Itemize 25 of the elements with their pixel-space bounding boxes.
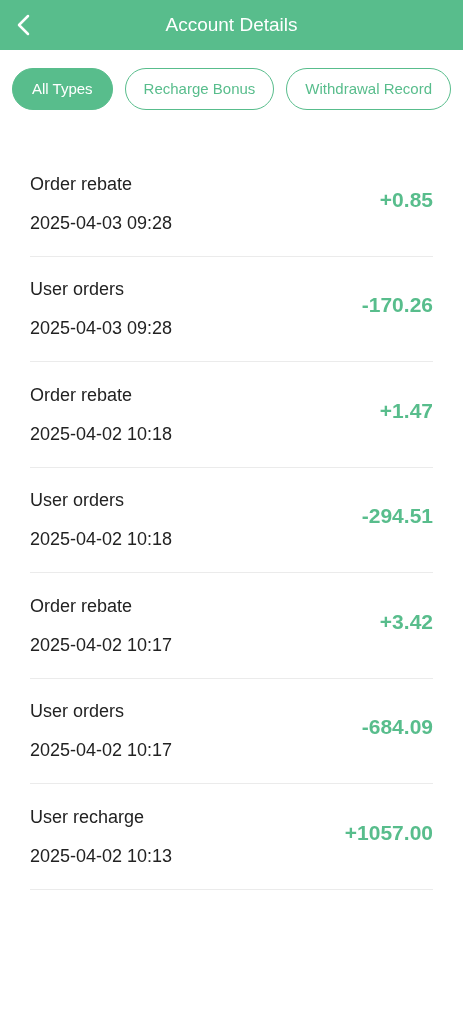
record-amount: -294.51	[361, 503, 433, 529]
record-time: 2025-04-02 10:13	[30, 844, 173, 867]
record-title: User recharge	[30, 805, 146, 828]
record-time: 2025-04-02 10:17	[30, 739, 173, 762]
record-title: Order rebate	[30, 172, 134, 195]
filter-tab[interactable]: Recharge Bonus	[124, 68, 275, 110]
record-amount: -170.26	[361, 292, 433, 318]
record-title: User orders	[30, 278, 126, 301]
filter-tab[interactable]: All Types	[12, 68, 113, 110]
record-amount: +1.47	[379, 397, 433, 424]
record-time: 2025-04-02 10:18	[30, 528, 173, 551]
record-title: Order rebate	[30, 594, 134, 617]
record-time: 2025-04-02 10:18	[30, 422, 173, 445]
record-amount: +3.42	[379, 608, 433, 635]
record-amount: +0.85	[379, 186, 433, 213]
record-time: 2025-04-03 09:28	[30, 317, 173, 340]
record-amount: +1057.00	[344, 819, 433, 846]
record-time: 2025-04-02 10:17	[30, 633, 173, 656]
record-title: Order rebate	[30, 383, 134, 406]
record-title: User orders	[30, 489, 126, 512]
record-title: User orders	[30, 700, 126, 723]
record-amount: -684.09	[361, 714, 433, 740]
page-title: Account Details	[165, 12, 298, 37]
record-time: 2025-04-03 09:28	[30, 211, 173, 234]
filter-tab[interactable]: Withdrawal Record	[286, 68, 452, 110]
